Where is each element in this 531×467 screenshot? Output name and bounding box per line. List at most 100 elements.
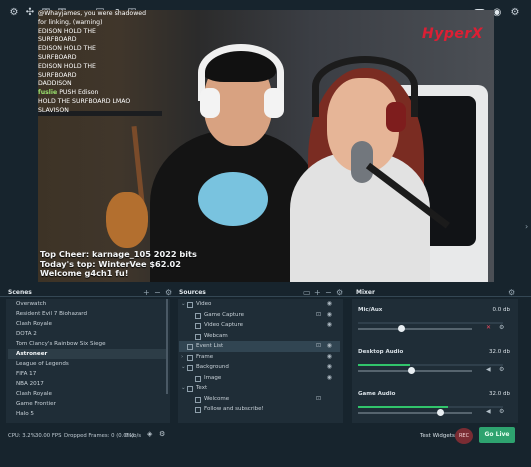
chat-text: for linking, (warning) [38,18,103,26]
remove-scene-icon[interactable]: − [154,287,161,299]
source-item[interactable]: › Frame ◉ [179,352,340,363]
source-type-icon [195,396,201,403]
audio-meter [358,322,503,324]
hyperx-logo: HyperX [422,26,484,42]
stream-preview[interactable]: HyperX @Whayjames, you were shadowed for … [38,10,494,282]
source-settings-icon[interactable]: ⚙ [336,287,343,299]
chat-message: SURFBOARD [38,72,228,81]
lock-icon[interactable]: ⊡ [316,341,321,352]
visibility-eye-icon[interactable]: ◉ [327,310,332,321]
scene-scrollbar[interactable] [166,299,168,394]
visibility-eye-icon[interactable]: ◉ [327,352,332,363]
expand-chevron-icon[interactable]: ⌄ [181,383,186,394]
scene-item[interactable]: DOTA 2 [8,329,168,339]
source-item[interactable]: Follow and subscribe! [179,404,340,415]
lock-icon[interactable]: ⊡ [316,310,321,321]
folder-icon[interactable]: ▭ [303,287,311,299]
scene-item[interactable]: NBA 2017 [8,379,168,389]
scene-item[interactable]: Overwatch [8,299,168,309]
source-item[interactable]: ⌄ Text [179,383,340,394]
source-item[interactable]: Welcome ⊡ [179,394,340,405]
speaker-icon[interactable]: ◀ [486,366,491,373]
source-type-icon [187,365,193,371]
scene-item[interactable]: Tom Clancy's Rainbow Six Siege [8,339,168,349]
remove-source-icon[interactable]: − [325,287,332,299]
track-settings-icon[interactable]: ⚙ [499,408,504,415]
scene-item[interactable]: Clash Royale [8,319,168,329]
expand-chevron-icon[interactable]: ⌄ [181,362,186,373]
source-type-icon [195,375,201,382]
source-item[interactable]: Image ◉ [179,373,340,384]
mixer-track-name: Desktop Audio [358,349,404,355]
bits-overlay: Top Cheer: karnage_105 2022 bits Today's… [40,249,197,279]
mixer-settings-icon[interactable]: ⚙ [508,287,515,299]
mixer-track-db: 32.0 db [489,349,510,355]
scene-list: Overwatch Resident Evil 7 Biohazard Clash … [8,299,168,424]
source-item[interactable]: ⌄ Video ◉ [179,299,340,310]
speaker-icon[interactable]: ◀ [486,408,491,415]
audio-meter [358,406,503,408]
settings-icon[interactable]: ⚙ [159,430,165,438]
headphone-cup-right-person [386,102,406,132]
audio-meter-fill [358,406,448,408]
track-settings-icon[interactable]: ⚙ [499,324,504,331]
source-item[interactable]: Webcam [179,331,340,342]
shirt-logo [198,172,268,226]
collapse-chevron-icon[interactable]: › [525,222,528,231]
chat-text: EDISON HOLD THE [38,62,96,70]
add-source-icon[interactable]: + [314,287,321,299]
mixer-track-db: 32.0 db [489,391,510,397]
track-settings-icon[interactable]: ⚙ [499,366,504,373]
record-button[interactable]: REC [455,428,473,444]
speaker-muted-icon[interactable]: ✕ [486,324,491,331]
source-item[interactable]: ⌄ Background ◉ [179,362,340,373]
visibility-eye-icon[interactable]: ◉ [327,373,332,384]
go-live-button[interactable]: Go Live [479,427,515,443]
scene-item[interactable]: FIFA 17 [8,369,168,379]
expand-chevron-icon[interactable]: › [181,352,183,363]
visibility-eye-icon[interactable]: ◉ [327,341,332,352]
volume-slider-thumb[interactable] [397,325,405,332]
source-item[interactable]: Event List ⊡ ◉ [179,341,340,352]
chat-text: DADDISON [38,80,72,88]
mixer-track-name: Mic/Aux [358,307,383,313]
audio-meter [358,364,503,366]
scene-item[interactable]: Resident Evil 7 Biohazard [8,309,168,319]
fps-counter: 30.00 FPS [35,433,62,439]
visibility-eye-icon[interactable]: ◉ [327,320,332,331]
volume-slider-thumb[interactable] [436,409,444,416]
mixer-track: Mic/Aux 0.0 db ✕ ⚙ [356,299,512,341]
chat-message: fuslie PUSH Edison [38,89,228,98]
settings-icon[interactable]: ⚙ [8,7,20,19]
source-item[interactable]: Video Capture ◉ [179,320,340,331]
mixer-track-name: Game Audio [358,391,396,397]
volume-slider[interactable] [358,328,472,330]
chat-message: for linking, (warning) [38,19,228,28]
puzzle-icon[interactable]: ✣ [24,7,36,19]
dropped-frames: Dropped Frames: 0 (0.0%) [64,433,134,439]
source-type-icon [187,354,193,361]
source-type-icon [187,386,193,392]
scene-item[interactable]: League of Legends [8,359,168,369]
visibility-eye-icon[interactable]: ◉ [327,299,332,310]
scene-item[interactable]: Game Frontier [8,399,168,409]
expand-chevron-icon[interactable]: ⌄ [181,299,186,310]
test-widgets-button[interactable]: Test Widgets [420,433,455,439]
visibility-eye-icon[interactable]: ◉ [327,362,332,373]
scene-item[interactable]: Clash Royale [8,389,168,399]
scene-item[interactable]: Astroneer [8,349,168,359]
add-scene-icon[interactable]: + [143,287,150,299]
volume-slider[interactable] [358,412,472,414]
scene-item[interactable]: Halo 5 [8,409,168,419]
welcome-text: Welcome g4ch1 fu! [40,268,129,278]
gear-icon[interactable]: ⚙ [509,7,521,19]
lock-icon[interactable]: ⊡ [316,394,321,405]
volume-slider-thumb[interactable] [408,367,416,374]
chat-message: EDISON HOLD THE [38,45,228,54]
info-icon[interactable]: ◈ [147,430,152,438]
audio-meter-fill [358,364,411,366]
mixer-track-db: 0.0 db [492,307,510,313]
scene-settings-icon[interactable]: ⚙ [165,287,172,299]
source-item[interactable]: Game Capture ⊡ ◉ [179,310,340,321]
source-type-icon [195,323,201,329]
